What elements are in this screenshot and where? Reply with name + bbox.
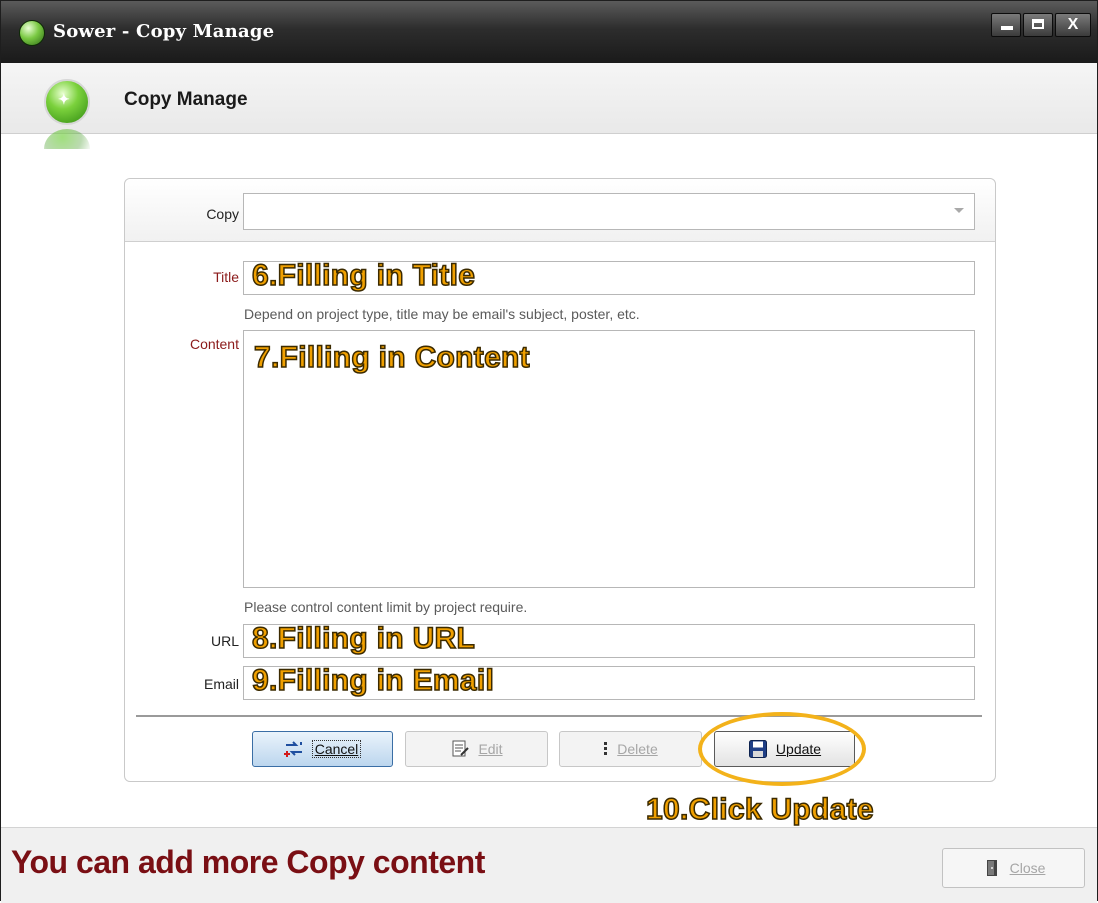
content-annotation: 7.Filling in Content [253,340,530,375]
cancel-button[interactable]: Cancel [252,731,393,767]
copy-select[interactable] [243,193,975,230]
content-hint: Please control content limit by project … [244,599,528,615]
minimize-button[interactable] [991,13,1021,37]
content-label: Content [189,336,239,352]
url-input[interactable]: 8.Filling in URL [243,621,975,658]
sower-logo-icon: ✦ [44,79,90,125]
title-input[interactable]: 6.Filling in Title [243,258,975,295]
copy-label: Copy [206,206,239,222]
cancel-arrows-icon [283,739,304,759]
edit-document-icon [450,739,470,759]
page-title: Copy Manage [124,89,248,110]
maximize-icon [1032,19,1044,29]
url-label: URL [210,633,239,649]
button-separator [136,715,982,718]
window-title: Sower - Copy Manage [53,21,275,42]
update-step-annotation: 10.Click Update [645,792,874,827]
title-hint: Depend on project type, title may be ema… [244,306,640,322]
edit-button[interactable]: Edit [405,731,548,767]
title-bar[interactable]: Sower - Copy Manage X [1,1,1097,63]
minimize-icon [1001,26,1013,30]
delete-button-label: Delete [617,741,658,757]
cancel-button-label: Cancel [311,740,362,758]
green-orb-icon [19,20,45,46]
chevron-down-icon[interactable] [954,208,964,213]
delete-button[interactable]: Delete [559,731,702,767]
email-label: Email [203,676,239,692]
close-icon: X [1067,16,1079,33]
close-button[interactable]: Close [942,848,1085,888]
copy-manage-window: Sower - Copy Manage X ✦ Copy Manage Copy… [0,0,1098,903]
update-highlight-ring [698,712,866,786]
title-annotation: 6.Filling in Title [251,258,476,293]
logo-reflection [44,129,90,149]
footer-note: You can add more Copy content [11,844,485,880]
email-input[interactable]: 9.Filling in Email [243,663,975,700]
door-icon [982,858,1002,878]
window-close-button[interactable]: X [1055,13,1091,37]
content-textarea[interactable]: 7.Filling in Content [243,330,975,588]
url-annotation: 8.Filling in URL [251,621,476,656]
close-button-label: Close [1009,860,1046,876]
delete-icon [603,739,609,759]
maximize-button[interactable] [1023,13,1053,37]
edit-button-label: Edit [478,741,503,757]
title-label: Title [213,269,239,285]
email-annotation: 9.Filling in Email [251,663,495,698]
